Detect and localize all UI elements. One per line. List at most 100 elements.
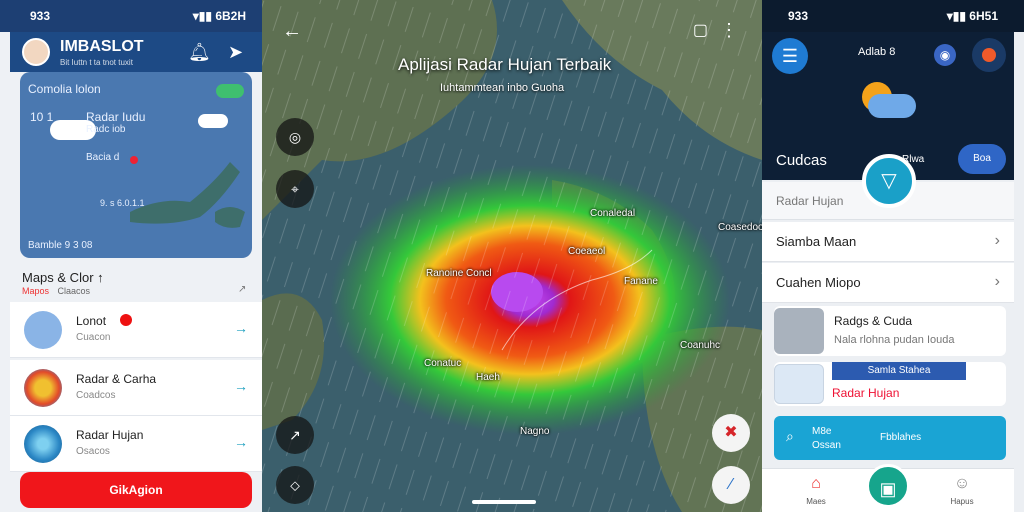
zoom-button[interactable]: ↗ — [276, 416, 314, 454]
list-item-sub: Cuacon — [76, 332, 111, 343]
weather-card[interactable]: Comolia lolon 10 1 Radar Iudu Radc iob B… — [20, 72, 252, 258]
card-title: Comolia lolon — [28, 82, 101, 96]
back-arrow-icon[interactable]: ← — [282, 20, 302, 43]
list-item[interactable]: Radar & Carha Coadcos → — [10, 360, 262, 416]
calendar-icon — [774, 364, 824, 404]
avatar[interactable] — [22, 38, 50, 66]
news-card[interactable]: Samla Stahea Radar Hujan — [774, 362, 1006, 406]
weather-title: Cudcas — [776, 152, 827, 169]
radar-map-screen[interactable]: ← ▢ ⋮ Aplijasi Radar Hujan Terbaik Iuhta… — [262, 0, 762, 512]
status-icons: ▾▮▮ 6H51 — [946, 9, 998, 23]
map-label: Coasedooe — [718, 222, 762, 233]
news-subtitle: Nala rlohna pudan Iouda — [834, 334, 955, 346]
primary-action-button[interactable]: GikAgion — [20, 472, 252, 508]
radar-map[interactable] — [262, 0, 762, 512]
status-icons: ▾▮▮ 6B2H — [192, 9, 246, 23]
cloud-rain-icon — [868, 94, 916, 118]
menu-item[interactable]: Cuahen Miopo › — [762, 263, 1014, 303]
menu-item-label: Cuahen Miopo — [776, 275, 861, 290]
cta-line3: Fbblahes — [880, 432, 922, 443]
news-thumbnail — [774, 308, 824, 354]
map-label: Haeh — [476, 372, 500, 383]
map-label: Nagno — [520, 426, 550, 437]
search-placeholder: Radar Hujan — [776, 194, 844, 208]
draw-button[interactable]: ∕ — [712, 466, 750, 504]
profile-icon[interactable]: ☺ — [942, 475, 982, 493]
list-subtitle: Mapos Claacos — [22, 286, 91, 296]
location-icon — [24, 425, 62, 463]
map-label: Coanuhc — [680, 340, 721, 351]
menu-item[interactable]: Siamba Maan › — [762, 222, 1014, 262]
list-item-label: Radar & Carha — [76, 372, 157, 386]
status-time: 933 — [30, 9, 51, 23]
card-coords: 9. s 6.0.1.1 — [100, 198, 145, 208]
chevron-right-icon: › — [994, 273, 1000, 290]
arrow-right-icon[interactable]: → — [234, 320, 248, 336]
weather-pill-button[interactable]: Boa — [958, 144, 1006, 174]
map-title: Aplijasi Radar Hujan Terbaik — [398, 55, 612, 74]
map-label: Fanane — [624, 276, 658, 287]
layers-button[interactable]: ◎ — [276, 118, 314, 156]
cta-banner-button[interactable]: ⌕ M8e Ossan Fbblahes — [774, 416, 1006, 460]
map-label: Coeaeol — [568, 246, 606, 257]
header-label: Adlab 8 — [858, 46, 896, 58]
list-item[interactable]: Lonot Cuacon → — [10, 302, 262, 358]
map-label: Conatuc — [424, 358, 462, 369]
card-location: Radar Iudu — [86, 110, 146, 124]
chevron-right-icon: › — [994, 232, 1000, 249]
pin-icon[interactable]: ↗ — [238, 284, 246, 295]
arrow-right-icon[interactable]: → — [234, 434, 248, 450]
list-title: Maps & Clor ↑ — [22, 270, 104, 285]
location-pin-icon[interactable]: ◉ — [934, 44, 956, 66]
news-title: Radar Hujan — [832, 386, 900, 400]
arrow-right-icon[interactable]: → — [234, 378, 248, 394]
home-indicator — [472, 500, 536, 504]
more-menu-icon[interactable]: ⋮ — [720, 20, 738, 41]
list-item-sub: Coadcos — [76, 390, 116, 401]
cast-icon[interactable]: ▢ — [693, 20, 708, 40]
nav-label-right: Hapus — [950, 497, 974, 506]
avatar[interactable] — [972, 38, 1006, 72]
cta-line2: Ossan — [812, 440, 841, 451]
nav-label-left: Maes — [806, 497, 826, 506]
news-card[interactable]: Radgs & Cuda Nala rlohna pudan Iouda — [774, 306, 1006, 356]
app-title: IMBASLOT — [60, 38, 144, 55]
cloud-icon-small — [198, 114, 228, 128]
left-phone-screen: 933 ▾▮▮ 6B2H IMBASLOT Bit Iuttn t ta tno… — [0, 0, 262, 512]
map-subtitle: Iuhtammtean inbo Guoha — [440, 82, 565, 94]
radar-toggle-button[interactable]: ✖ — [712, 414, 750, 452]
search-icon: ⌕ — [786, 428, 794, 444]
location-share-icon[interactable]: ➤ — [228, 42, 243, 63]
home-icon[interactable]: ⌂ — [796, 475, 836, 493]
news-banner: Samla Stahea — [832, 362, 966, 380]
right-phone-screen: 933 ▾▮▮ 6H51 ☰ Adlab 8 ◉ Cudcas Rlwa Boa… — [762, 0, 1024, 512]
play-button[interactable]: ⬦ — [276, 466, 314, 504]
status-bar: 933 ▾▮▮ 6B2H — [0, 0, 262, 32]
mini-map — [130, 162, 245, 228]
hamburger-menu-icon[interactable]: ☰ — [772, 38, 808, 74]
locate-button[interactable]: ⌖ — [276, 170, 314, 208]
card-footer: Bamble 9 3 08 — [28, 240, 93, 251]
card-temp: 10 1 — [30, 110, 54, 124]
alert-badge — [120, 314, 132, 326]
card-line2: Bacia d — [86, 152, 120, 163]
cta-line1: M8e — [812, 426, 832, 437]
news-title: Radgs & Cuda — [834, 314, 913, 328]
card-toggle[interactable] — [216, 84, 244, 98]
list-item[interactable]: Radar Hujan Osacos → — [10, 416, 262, 472]
radar-pin-icon — [24, 369, 62, 407]
app-header: IMBASLOT Bit Iuttn t ta tnot tuxit 🔔︎ ➤ — [10, 32, 262, 72]
map-nav-button[interactable]: ▣ — [866, 464, 910, 508]
status-time: 933 — [788, 9, 809, 23]
app-subtitle: Bit Iuttn t ta tnot tuxit — [60, 58, 133, 67]
map-label: Conaledal — [590, 208, 636, 219]
list-item-sub: Osacos — [76, 446, 110, 457]
status-bar: 933 ▾▮▮ 6H51 — [762, 0, 1024, 32]
bell-icon[interactable]: 🔔︎ — [188, 42, 211, 63]
list-item-label: Radar Hujan — [76, 428, 144, 442]
card-line1: Radc iob — [86, 124, 126, 135]
menu-item-label: Siamba Maan — [776, 234, 857, 249]
radar-fab-button[interactable]: ▽ — [862, 154, 916, 208]
list-item-label: Lonot — [76, 314, 107, 328]
cloud-icon — [24, 311, 62, 349]
